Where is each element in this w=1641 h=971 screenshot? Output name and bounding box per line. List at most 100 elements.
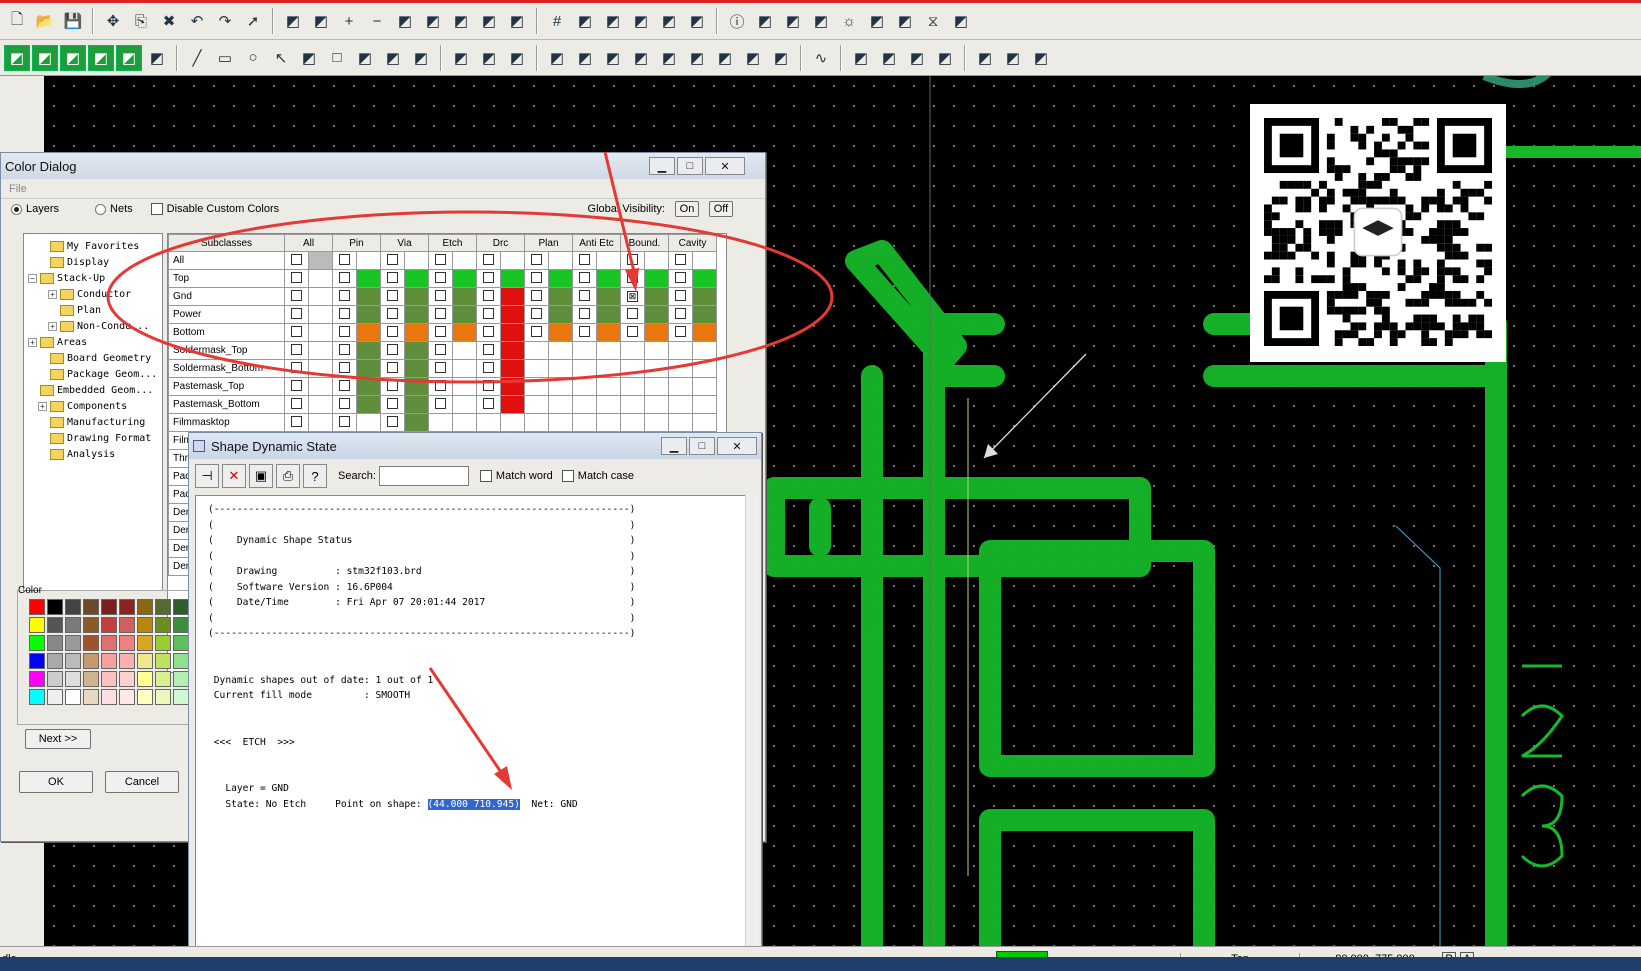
visibility-checkbox[interactable] [668, 323, 693, 342]
expand-icon[interactable]: + [48, 321, 57, 331]
palette-swatch[interactable] [83, 671, 99, 687]
visibility-checkbox[interactable] [284, 395, 309, 414]
color-swatch[interactable] [596, 413, 621, 432]
light-icon[interactable]: ◩ [864, 8, 890, 34]
global-on-button[interactable]: On [675, 201, 699, 217]
palette-swatch[interactable] [155, 617, 171, 633]
palette-swatch[interactable] [83, 617, 99, 633]
palette-swatch[interactable] [101, 653, 117, 669]
bars-icon[interactable]: ◩ [892, 8, 918, 34]
palette-swatch[interactable] [101, 635, 117, 651]
tree-node[interactable]: Display [26, 254, 162, 270]
zoom-world-icon[interactable]: ◩ [420, 8, 446, 34]
palette-swatch[interactable] [155, 599, 171, 615]
dim2-icon[interactable]: ◩ [504, 45, 530, 71]
visibility-checkbox[interactable] [572, 287, 597, 306]
visibility-checkbox[interactable] [332, 287, 357, 306]
color-swatch[interactable] [548, 323, 573, 342]
visibility-checkbox[interactable] [524, 287, 549, 306]
visibility-checkbox[interactable] [572, 341, 597, 360]
expand-icon[interactable]: + [38, 401, 47, 411]
odb-icon[interactable]: ◩ [544, 45, 570, 71]
color-swatch[interactable] [404, 251, 429, 270]
color-swatch[interactable] [500, 377, 525, 396]
print-icon[interactable]: ⎙ [276, 464, 300, 488]
tree-node[interactable]: + Components [26, 398, 162, 414]
visibility-checkbox[interactable] [428, 269, 453, 288]
pin-icon[interactable]: ⊣ [195, 464, 219, 488]
palette-swatch[interactable] [101, 671, 117, 687]
undo-icon[interactable]: ↶ [184, 8, 210, 34]
match-case-checkbox[interactable]: Match case [561, 470, 634, 483]
visibility-checkbox[interactable] [380, 395, 405, 414]
visibility-checkbox[interactable] [380, 287, 405, 306]
color-swatch[interactable] [596, 269, 621, 288]
wand-icon[interactable]: ◩ [740, 45, 766, 71]
column-header[interactable]: Drc [476, 234, 525, 252]
palette-swatch[interactable] [47, 671, 63, 687]
mail-icon[interactable]: ◩ [1000, 45, 1026, 71]
color-swatch[interactable] [644, 251, 669, 270]
visibility-checkbox[interactable] [620, 395, 645, 414]
palette-swatch[interactable] [137, 635, 153, 651]
visibility-checkbox[interactable] [380, 323, 405, 342]
column-header[interactable]: Anti Etc [572, 234, 621, 252]
misc-icon[interactable]: ◩ [1028, 45, 1054, 71]
delete-icon[interactable]: ✖ [156, 8, 182, 34]
copy-icon[interactable]: ⎘ [128, 8, 154, 34]
visibility-checkbox[interactable] [572, 323, 597, 342]
palette-swatch[interactable] [101, 689, 117, 705]
report-icon[interactable]: ◩ [684, 8, 710, 34]
palette-swatch[interactable] [47, 599, 63, 615]
color-swatch[interactable] [548, 395, 573, 414]
green-4-icon[interactable]: ◩ [88, 44, 114, 71]
column-header[interactable]: Bound. [620, 234, 669, 252]
visibility-checkbox[interactable] [332, 359, 357, 378]
column-header[interactable]: Pin [332, 234, 381, 252]
visibility-checkbox[interactable] [668, 269, 693, 288]
palette-swatch[interactable] [119, 635, 135, 651]
measure-icon[interactable]: ◩ [752, 8, 778, 34]
visibility-checkbox[interactable] [476, 341, 501, 360]
tree-node[interactable]: Board Geometry [26, 350, 162, 366]
pin-icon[interactable]: ◩ [408, 45, 434, 71]
visibility-checkbox[interactable] [284, 287, 309, 306]
color-swatch[interactable] [548, 269, 573, 288]
global-off-button[interactable]: Off [709, 201, 733, 217]
column-header[interactable]: Cavity [668, 234, 717, 252]
palette-swatch[interactable] [155, 689, 171, 705]
visibility-checkbox[interactable] [428, 323, 453, 342]
open-folder-icon[interactable]: 📂 [32, 8, 58, 34]
visibility-checkbox[interactable] [668, 359, 693, 378]
color-swatch[interactable] [308, 305, 333, 324]
palette-swatch[interactable] [83, 599, 99, 615]
color-swatch[interactable] [548, 377, 573, 396]
visibility-checkbox[interactable] [572, 359, 597, 378]
color-swatch[interactable] [644, 395, 669, 414]
palette-swatch[interactable] [173, 671, 189, 687]
visibility-checkbox[interactable] [620, 413, 645, 432]
visibility-checkbox[interactable] [476, 413, 501, 432]
color-swatch[interactable] [356, 413, 381, 432]
palette-swatch[interactable] [173, 635, 189, 651]
point-on-shape-selection[interactable]: (44.000 710.945) [427, 798, 520, 810]
visibility-checkbox[interactable] [380, 359, 405, 378]
palette-swatch[interactable] [65, 689, 81, 705]
color-swatch[interactable] [356, 269, 381, 288]
color-swatch[interactable] [644, 287, 669, 306]
color-swatch[interactable] [596, 359, 621, 378]
visibility-checkbox[interactable] [476, 287, 501, 306]
visibility-checkbox[interactable] [284, 341, 309, 360]
visibility-checkbox[interactable] [524, 341, 549, 360]
column-header[interactable]: Via [380, 234, 429, 252]
erase-icon[interactable]: ◩ [380, 45, 406, 71]
visibility-checkbox[interactable] [428, 305, 453, 324]
palette-swatch[interactable] [101, 617, 117, 633]
visibility-checkbox[interactable] [668, 287, 693, 306]
next-button[interactable]: Next >> [25, 729, 91, 749]
color-swatch[interactable] [404, 269, 429, 288]
visibility-checkbox[interactable] [428, 395, 453, 414]
maximize-button[interactable]: □ [689, 437, 715, 455]
visibility-checkbox[interactable] [572, 305, 597, 324]
color-swatch[interactable] [644, 269, 669, 288]
